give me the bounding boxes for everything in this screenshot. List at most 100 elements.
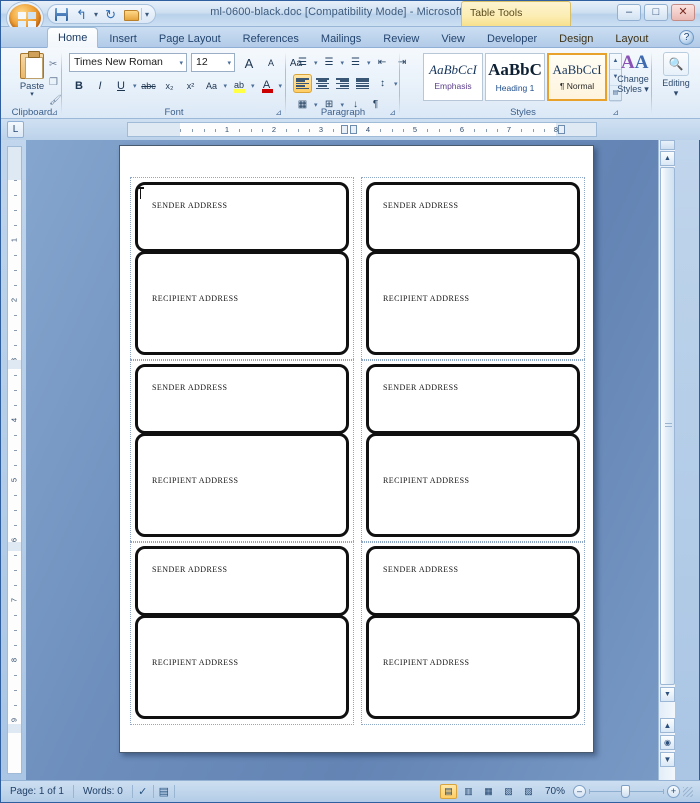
sender-address-box[interactable]: SENDER ADDRESS xyxy=(366,546,580,616)
horizontal-ruler[interactable]: 12345678 xyxy=(127,122,597,137)
help-icon[interactable]: ? xyxy=(679,30,694,45)
align-left-button[interactable] xyxy=(293,74,312,93)
previous-page-button[interactable]: ▲ xyxy=(660,718,675,733)
tab-mailings[interactable]: Mailings xyxy=(310,29,372,48)
label-cell[interactable]: SENDER ADDRESS RECIPIENT ADDRESS xyxy=(130,359,354,543)
justify-button[interactable] xyxy=(353,74,372,93)
table-column-marker[interactable] xyxy=(341,125,348,134)
zoom-level[interactable]: 70% xyxy=(540,786,570,797)
clipboard-dialog-launcher[interactable]: ⊿ xyxy=(51,108,58,117)
table-row-marker[interactable] xyxy=(8,724,21,733)
scroll-up-button[interactable]: ▲ xyxy=(660,151,675,166)
mailing-label[interactable]: SENDER ADDRESS RECIPIENT ADDRESS xyxy=(366,546,580,720)
vertical-ruler[interactable]: 123456789 xyxy=(7,146,22,774)
spell-check-icon[interactable]: ✓ xyxy=(133,785,153,798)
font-size-caret-icon[interactable]: ▾ xyxy=(227,57,231,70)
change-case-caret-icon[interactable]: ▾ xyxy=(224,82,228,90)
table-row-marker[interactable] xyxy=(8,542,21,551)
tab-page-layout[interactable]: Page Layout xyxy=(148,29,232,48)
strikethrough-button[interactable]: abc xyxy=(139,76,159,96)
change-styles-caret-icon[interactable]: ▾ xyxy=(644,84,649,94)
font-color-button[interactable]: A xyxy=(257,76,277,96)
recipient-address-box[interactable]: RECIPIENT ADDRESS xyxy=(135,615,349,719)
view-print-layout-button[interactable]: ▤ xyxy=(439,784,457,799)
tab-design[interactable]: Design xyxy=(548,29,604,48)
underline-button[interactable]: U xyxy=(111,76,131,96)
sender-address-box[interactable]: SENDER ADDRESS xyxy=(366,182,580,252)
bullets-caret-icon[interactable]: ▾ xyxy=(314,59,318,67)
paste-caret-icon[interactable]: ▾ xyxy=(30,91,34,98)
next-page-button[interactable]: ▼ xyxy=(660,752,675,767)
line-spacing-button[interactable]: ↕ xyxy=(373,74,392,93)
font-color-caret-icon[interactable]: ▾ xyxy=(279,82,283,90)
editing-button[interactable]: 🔍 xyxy=(663,52,689,76)
scrollbar-thumb[interactable] xyxy=(660,167,675,685)
style-item-heading-1[interactable]: AaBbC Heading 1 xyxy=(485,53,545,101)
label-cell[interactable]: SENDER ADDRESS RECIPIENT ADDRESS xyxy=(130,177,354,361)
maximize-button[interactable]: □ xyxy=(644,4,668,21)
recipient-address-box[interactable]: RECIPIENT ADDRESS xyxy=(366,615,580,719)
numbering-caret-icon[interactable]: ▾ xyxy=(341,59,345,67)
underline-caret-icon[interactable]: ▾ xyxy=(133,82,137,90)
minimize-button[interactable]: – xyxy=(617,4,641,21)
resize-grip-icon[interactable] xyxy=(683,786,693,797)
document-page[interactable]: SENDER ADDRESS RECIPIENT ADDRESS SENDER AD… xyxy=(119,145,594,753)
bold-button[interactable]: B xyxy=(69,76,89,96)
tab-insert[interactable]: Insert xyxy=(98,29,148,48)
grow-font-button[interactable]: A xyxy=(239,53,259,73)
recipient-address-box[interactable]: RECIPIENT ADDRESS xyxy=(135,251,349,355)
tab-layout[interactable]: Layout xyxy=(604,29,659,48)
recipient-address-box[interactable]: RECIPIENT ADDRESS xyxy=(135,433,349,537)
mailing-label[interactable]: SENDER ADDRESS RECIPIENT ADDRESS xyxy=(366,182,580,356)
view-outline-button[interactable]: ▧ xyxy=(500,784,517,799)
paste-button[interactable]: Paste ▾ xyxy=(13,51,51,103)
font-name-combobox[interactable]: Times New Roman ▾ xyxy=(69,53,187,72)
label-cell[interactable]: SENDER ADDRESS RECIPIENT ADDRESS xyxy=(361,177,585,361)
font-size-combobox[interactable]: 12 ▾ xyxy=(191,53,235,72)
style-item-normal[interactable]: AaBbCcI ¶ Normal xyxy=(547,53,607,101)
zoom-slider-thumb[interactable] xyxy=(621,785,630,798)
tab-references[interactable]: References xyxy=(232,29,310,48)
decrease-indent-button[interactable]: ⇤ xyxy=(373,53,392,72)
recipient-address-box[interactable]: RECIPIENT ADDRESS xyxy=(366,433,580,537)
close-button[interactable]: ✕ xyxy=(671,4,695,21)
view-web-layout-button[interactable]: ▦ xyxy=(480,784,497,799)
table-column-marker[interactable] xyxy=(558,125,565,134)
view-draft-button[interactable]: ▨ xyxy=(520,784,537,799)
mailing-label[interactable]: SENDER ADDRESS RECIPIENT ADDRESS xyxy=(135,364,349,538)
shrink-font-button[interactable]: A xyxy=(261,53,281,73)
table-row-marker[interactable] xyxy=(8,360,21,369)
sender-address-box[interactable]: SENDER ADDRESS xyxy=(366,364,580,434)
text-highlight-button[interactable]: ab xyxy=(229,76,249,96)
highlight-caret-icon[interactable]: ▾ xyxy=(251,82,255,90)
subscript-button[interactable]: x₂ xyxy=(160,76,180,96)
page-number-status[interactable]: Page: 1 of 1 xyxy=(1,784,73,800)
bullets-button[interactable]: ☰ xyxy=(293,53,312,72)
superscript-button[interactable]: x² xyxy=(181,76,201,96)
label-table[interactable]: SENDER ADDRESS RECIPIENT ADDRESS SENDER AD… xyxy=(130,177,585,732)
language-icon[interactable]: ▤ xyxy=(154,785,174,798)
vertical-scrollbar[interactable]: ✎ ▲ ▼ ▲ ◉ ▼ xyxy=(658,140,675,781)
sender-address-box[interactable]: SENDER ADDRESS xyxy=(135,364,349,434)
view-full-screen-reading-button[interactable]: ▥ xyxy=(460,784,477,799)
label-cell[interactable]: SENDER ADDRESS RECIPIENT ADDRESS xyxy=(361,541,585,725)
label-cell[interactable]: SENDER ADDRESS RECIPIENT ADDRESS xyxy=(130,541,354,725)
style-item-emphasis[interactable]: AaBbCcI Emphasis xyxy=(423,53,483,101)
split-window-handle[interactable] xyxy=(660,140,675,150)
change-styles-button[interactable]: AA Change Styles ▾ xyxy=(609,48,657,119)
align-right-button[interactable] xyxy=(333,74,352,93)
label-cell[interactable]: SENDER ADDRESS RECIPIENT ADDRESS xyxy=(361,359,585,543)
select-browse-object-button[interactable]: ◉ xyxy=(660,735,675,750)
tab-review[interactable]: Review xyxy=(372,29,430,48)
multilevel-caret-icon[interactable]: ▾ xyxy=(367,59,371,67)
sender-address-box[interactable]: SENDER ADDRESS xyxy=(135,546,349,616)
line-spacing-caret-icon[interactable]: ▾ xyxy=(394,80,398,88)
recipient-address-box[interactable]: RECIPIENT ADDRESS xyxy=(366,251,580,355)
editing-caret-icon[interactable]: ▾ xyxy=(674,88,679,98)
tab-home[interactable]: Home xyxy=(47,27,99,48)
word-count-status[interactable]: Words: 0 xyxy=(74,784,132,800)
mailing-label[interactable]: SENDER ADDRESS RECIPIENT ADDRESS xyxy=(135,546,349,720)
font-name-caret-icon[interactable]: ▾ xyxy=(179,57,183,70)
align-center-button[interactable] xyxy=(313,74,332,93)
mailing-label[interactable]: SENDER ADDRESS RECIPIENT ADDRESS xyxy=(366,364,580,538)
